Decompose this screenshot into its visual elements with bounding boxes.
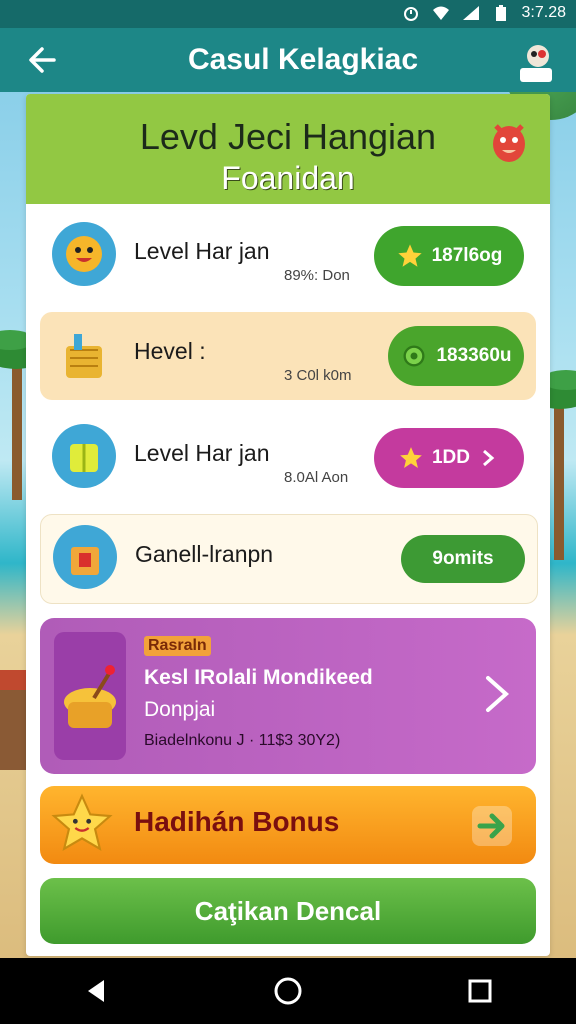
reward-value: 1DD: [431, 447, 470, 468]
square-recents-icon: [468, 979, 492, 1003]
reward-button[interactable]: 187l6og: [374, 226, 524, 286]
app-title: Casul Kelagkiac: [187, 43, 419, 76]
basket-icon: [52, 322, 116, 386]
panel-header: Levd Jeci Hangian Foanidan: [26, 94, 550, 204]
level-row[interactable]: Level Har jan 89%: Don 187l6og: [40, 212, 536, 300]
level-row[interactable]: Level Har jan 8.0Al Aon 1DD: [40, 414, 536, 502]
level-row[interactable]: Ganell-lranpn 9omits: [40, 514, 538, 604]
arrow-left-icon: [29, 47, 56, 73]
star-mascot-icon: [51, 793, 113, 851]
reward-value: 9omits: [432, 548, 494, 569]
level-row[interactable]: Hevel : 3 C0l k0m 183360u: [40, 312, 536, 400]
nav-home-button[interactable]: [264, 967, 312, 1015]
header-subtitle: Foanidan: [221, 160, 355, 196]
app-bar: Casul Kelagkiac: [0, 28, 576, 92]
promo-meta: Biadelnkonu J · 11$3 30Y2): [144, 732, 341, 749]
row-subtitle: 8.0Al Aon: [284, 469, 349, 486]
reward-button[interactable]: 1DD: [374, 428, 524, 488]
nav-recents-button[interactable]: [456, 967, 504, 1015]
signal-icon: [462, 6, 479, 20]
reward-button[interactable]: 9omits: [401, 535, 525, 583]
smiley-icon: [52, 222, 116, 286]
row-title: Level Har jan: [134, 238, 270, 264]
main-panel: Levd Jeci Hangian Foanidan Level Har jan…: [26, 94, 550, 956]
row-title: Hevel :: [134, 338, 206, 364]
mascot-icon[interactable]: [516, 40, 556, 84]
gear-icon: [403, 345, 425, 367]
row-subtitle: 89%: Don: [284, 267, 350, 284]
triangle-back-icon: [88, 980, 104, 1002]
promo-title: Kesl IRolali Mondikeed: [144, 666, 373, 689]
bag-icon: [53, 525, 117, 589]
row-title: Ganell-lranpn: [135, 541, 274, 567]
primary-action-button[interactable]: Caţikan Dencal: [40, 878, 536, 944]
reward-button[interactable]: 183360u: [388, 326, 524, 386]
reward-value: 187l6og: [431, 245, 503, 266]
chevron-right-icon: [486, 676, 510, 712]
promo-image: [54, 632, 126, 760]
alarm-icon: [403, 7, 418, 21]
system-nav-bar: [0, 958, 576, 1024]
promo-card[interactable]: Rasraln Kesl IRolali Mondikeed Donpjai B…: [40, 618, 536, 774]
red-mascot-icon: [493, 124, 525, 162]
header-title: Levd Jeci Hangian: [139, 116, 437, 157]
star-icon: [397, 244, 422, 267]
bonus-button[interactable]: Hadihán Bonus: [40, 786, 536, 864]
circle-home-icon: [274, 977, 302, 1005]
gift-box-icon: [52, 424, 116, 488]
bonus-label: Hadihán Bonus: [134, 806, 340, 837]
back-button[interactable]: [14, 32, 70, 88]
promo-subtitle: Donpjai: [144, 698, 216, 721]
row-subtitle: 3 C0l k0m: [284, 367, 352, 384]
arrow-right-icon: [472, 806, 512, 846]
chevron-right-icon: [483, 449, 495, 467]
star-icon: [400, 447, 422, 468]
status-time: 3:7.28: [521, 4, 566, 21]
reward-value: 183360u: [436, 345, 512, 366]
wifi-icon: [432, 6, 449, 20]
battery-icon: [495, 5, 506, 21]
nav-back-button[interactable]: [72, 967, 120, 1015]
row-title: Level Har jan: [134, 440, 270, 466]
promo-tag: Rasraln: [144, 636, 211, 656]
status-bar: 3:7.28: [0, 0, 576, 28]
